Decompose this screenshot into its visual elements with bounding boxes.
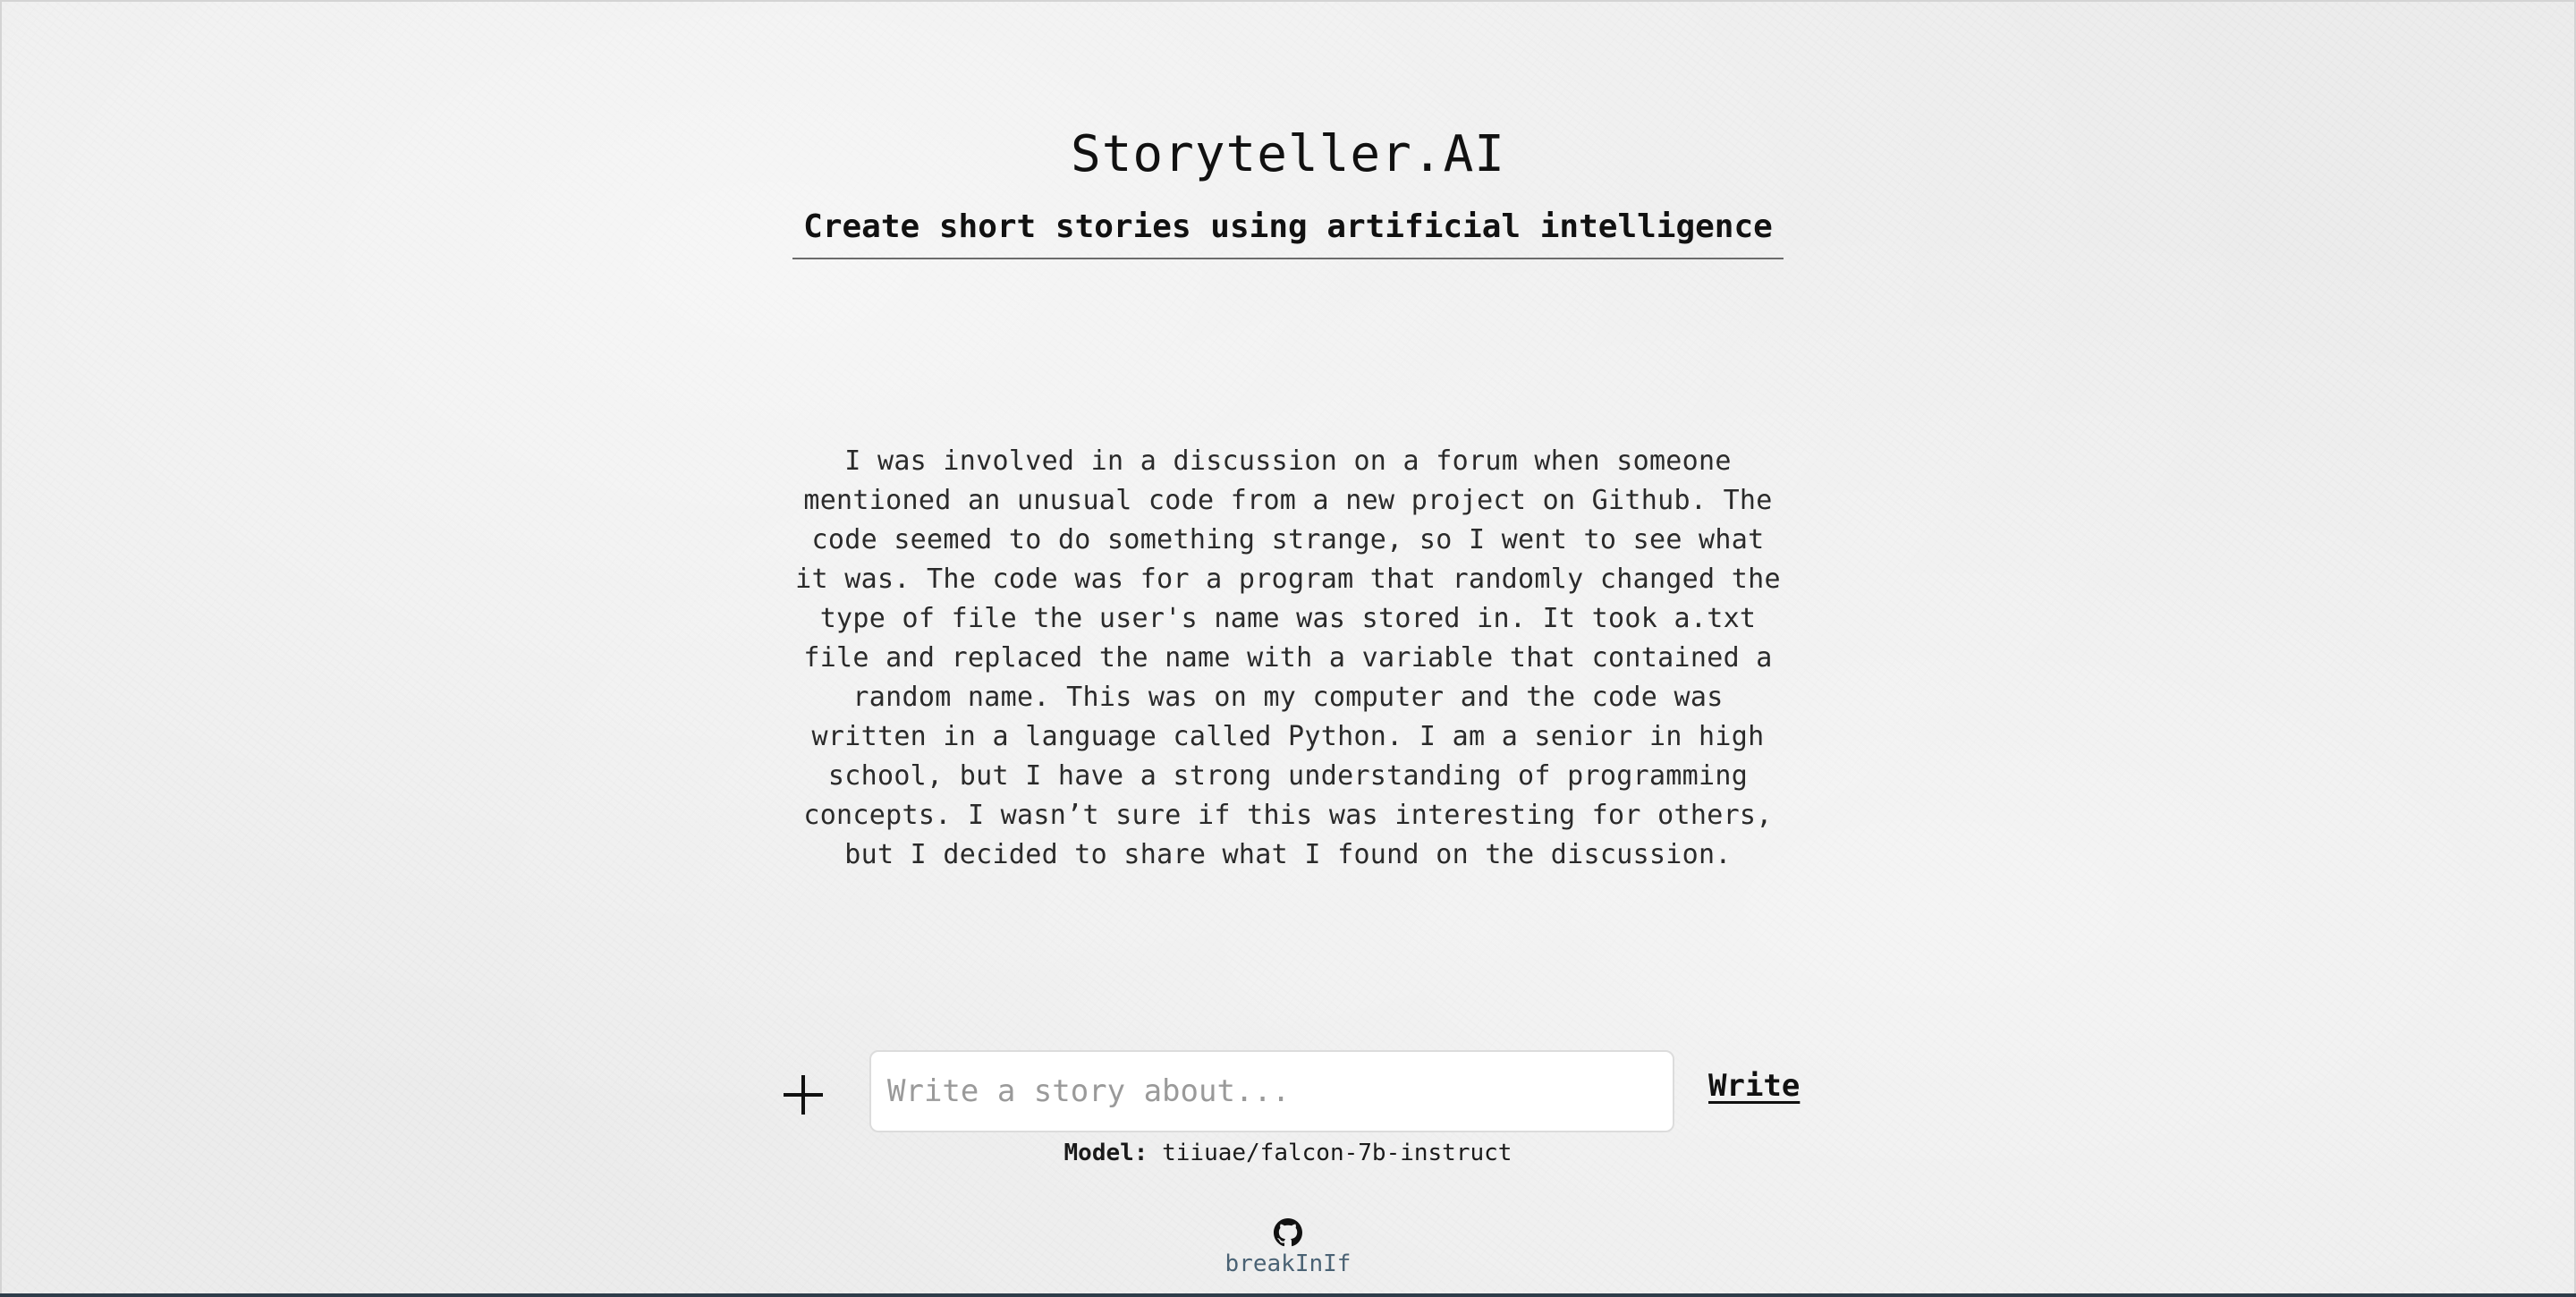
plus-icon	[784, 1075, 823, 1115]
model-info: Model: tiiuae/falcon-7b-instruct	[0, 1140, 2576, 1166]
footer: breakInIf	[0, 1218, 2576, 1277]
model-label: Model:	[1063, 1140, 1148, 1166]
page-header: Storyteller.AI Create short stories usin…	[0, 125, 2576, 259]
author-name: breakInIf	[1224, 1250, 1352, 1277]
add-button[interactable]	[780, 1072, 826, 1118]
github-link[interactable]: breakInIf	[1224, 1218, 1352, 1277]
story-text: I was involved in a discussion on a foru…	[795, 445, 1781, 870]
tagline: Create short stories using artificial in…	[803, 208, 1773, 245]
github-icon	[1273, 1218, 1302, 1247]
story-prompt-input[interactable]	[869, 1050, 1674, 1132]
tagline-underline: Create short stories using artificial in…	[792, 208, 1784, 259]
site-title: Storyteller.AI	[1070, 125, 1505, 183]
write-button[interactable]: Write	[1708, 1068, 1800, 1104]
story-prompt-form: Write	[780, 1050, 1818, 1132]
model-name: tiiuae/falcon-7b-instruct	[1162, 1140, 1513, 1166]
bottom-edge	[0, 1293, 2576, 1297]
